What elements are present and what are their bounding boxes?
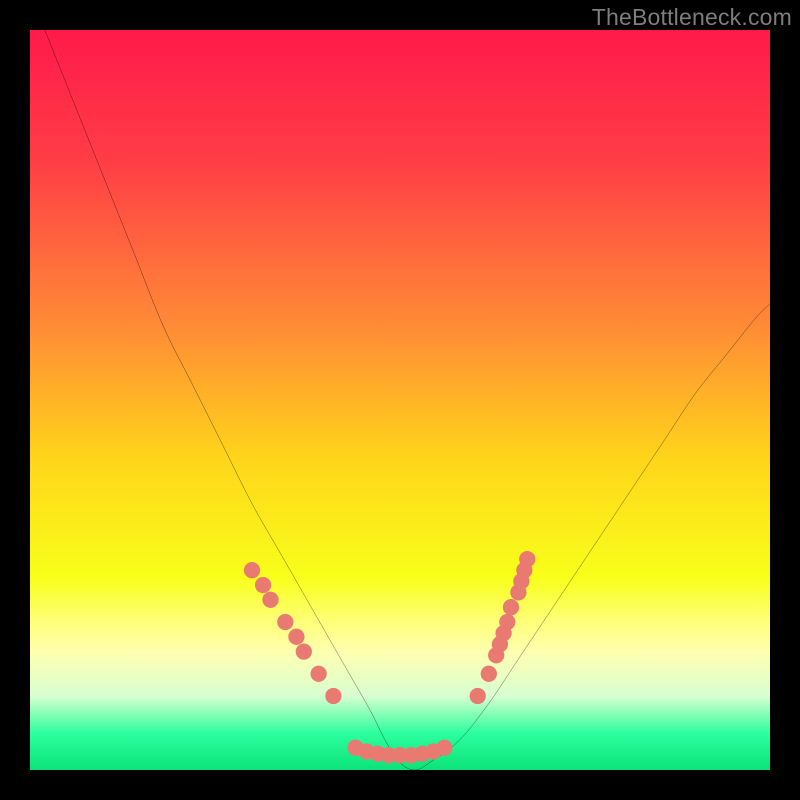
marker-point bbox=[296, 643, 312, 659]
marker-point bbox=[325, 688, 341, 704]
marker-point bbox=[288, 629, 304, 645]
curve-layer bbox=[30, 30, 770, 770]
marker-point bbox=[481, 666, 497, 682]
marker-point bbox=[519, 551, 535, 567]
curve-markers bbox=[244, 551, 536, 763]
marker-point bbox=[499, 614, 515, 630]
bottleneck-curve bbox=[45, 30, 770, 770]
marker-point bbox=[244, 562, 260, 578]
marker-point bbox=[262, 592, 278, 608]
plot-area bbox=[30, 30, 770, 770]
marker-point bbox=[277, 614, 293, 630]
marker-point bbox=[255, 577, 271, 593]
chart-frame: TheBottleneck.com bbox=[0, 0, 800, 800]
marker-point bbox=[310, 666, 326, 682]
marker-point bbox=[436, 740, 452, 756]
watermark-text: TheBottleneck.com bbox=[592, 4, 792, 31]
marker-point bbox=[503, 599, 519, 615]
marker-point bbox=[470, 688, 486, 704]
